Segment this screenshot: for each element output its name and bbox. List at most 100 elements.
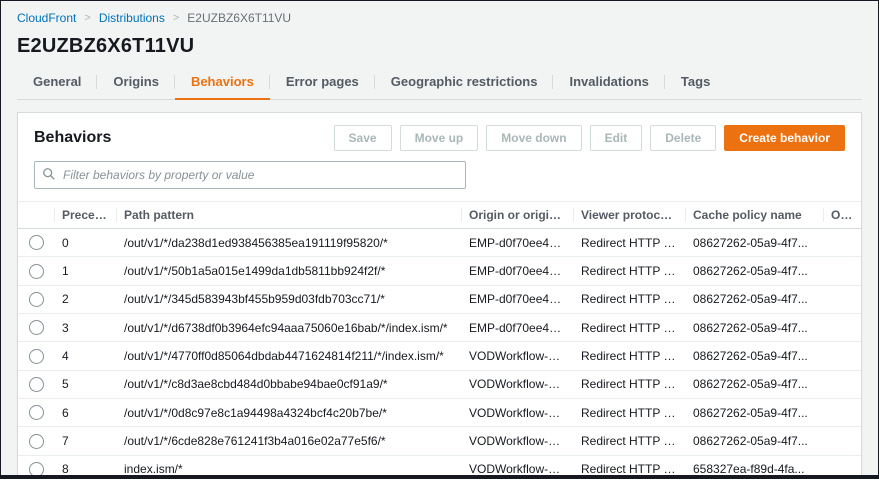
tab-geographic-restrictions[interactable]: Geographic restrictions (375, 66, 554, 100)
cell-origin: VODWorkflow-pack... (461, 370, 573, 399)
cell-cache-policy: 08627262-05a9-4f7... (685, 313, 823, 343)
cell-viewer-protocol: Redirect HTTP to HT... (573, 313, 685, 343)
table-row: 7/out/v1/*/6cde828e761241f3b4a016e02a77e… (18, 426, 861, 456)
cell-path: /out/v1/*/da238d1ed938456385ea191119f958… (116, 228, 461, 258)
cell-path: /out/v1/*/50b1a5a015e1499da1db5811bb924f… (116, 256, 461, 286)
row-select-radio[interactable] (28, 405, 44, 421)
row-select-cell (18, 455, 54, 475)
behaviors-panel-header: Behaviors Save Move up Move down Edit De… (18, 113, 861, 161)
cell-path: /out/v1/*/6cde828e761241f3b4a016e02a77e5… (116, 426, 461, 456)
breadcrumb: CloudFront > Distributions > E2UZBZ6X6T1… (1, 1, 878, 25)
tab-behaviors[interactable]: Behaviors (174, 66, 270, 100)
row-select-cell (18, 398, 54, 428)
move-up-button[interactable]: Move up (399, 125, 479, 151)
panel-title: Behaviors (34, 129, 112, 146)
cloudfront-distribution-page: CloudFront > Distributions > E2UZBZ6X6T1… (0, 0, 879, 479)
behaviors-table-head: Preced... Path pattern Origin or origin … (18, 201, 861, 229)
row-select-radio[interactable] (28, 348, 44, 364)
cell-origin-request (823, 398, 861, 428)
cell-origin: EMP-d0f70ee4a6ae... (461, 313, 573, 343)
cell-origin: VODWorkflow-pack... (461, 398, 573, 428)
cell-viewer-protocol: Redirect HTTP to HT... (573, 285, 685, 314)
cell-origin-request (823, 256, 861, 286)
row-select-cell (18, 313, 54, 343)
delete-button[interactable]: Delete (650, 125, 717, 151)
table-row: 8 index.ism/* VODWorkflow-pack... Redirect … (18, 455, 861, 475)
save-button[interactable]: Save (333, 125, 392, 151)
cell-path: index.ism/* (116, 455, 461, 475)
cell-precedence: 7 (54, 426, 116, 456)
cell-cache-policy: 08627262-05a9-4f7... (685, 398, 823, 428)
column-viewer-protocol: Viewer protocol pol... (573, 201, 685, 229)
cell-precedence: 4 (54, 341, 116, 371)
filter-behaviors-input[interactable] (34, 161, 466, 189)
breadcrumb-cloudfront[interactable]: CloudFront (17, 11, 76, 25)
row-select-cell (18, 370, 54, 399)
column-precedence: Preced... (54, 201, 116, 229)
cell-precedence: 8 (54, 455, 116, 475)
column-cache-policy: Cache policy name (685, 201, 823, 229)
move-down-button[interactable]: Move down (486, 125, 582, 151)
row-select-radio[interactable] (28, 320, 44, 336)
cell-cache-policy: 08627262-05a9-4f7... (685, 285, 823, 314)
cell-viewer-protocol: Redirect HTTP to HT... (573, 228, 685, 258)
behaviors-actions: Save Move up Move down Edit Delete Creat… (333, 125, 845, 151)
tab-error-pages[interactable]: Error pages (270, 66, 375, 100)
row-select-radio[interactable] (28, 461, 44, 475)
row-select-radio[interactable] (28, 433, 44, 449)
table-row: 1/out/v1/*/50b1a5a015e1499da1db5811bb924… (18, 256, 861, 286)
column-origin: Origin or origin gro... (461, 201, 573, 229)
edit-button[interactable]: Edit (589, 125, 643, 151)
breadcrumb-current: E2UZBZ6X6T11VU (187, 11, 292, 25)
cell-origin-request (823, 370, 861, 399)
cell-origin: EMP-d0f70ee4a6ae... (461, 285, 573, 314)
table-row: 3/out/v1/*/d6738df0b3964efc94aaa75060e16… (18, 313, 861, 343)
row-select-radio[interactable] (28, 235, 44, 251)
table-row: 4/out/v1/*/4770ff0d85064dbdab4471624814f… (18, 341, 861, 371)
cell-origin: EMP-d0f70ee4a6ae... (461, 228, 573, 258)
tab-invalidations[interactable]: Invalidations (553, 66, 664, 100)
cell-origin-request (823, 455, 861, 475)
breadcrumb-separator-icon: > (84, 12, 91, 24)
cell-precedence: 3 (54, 313, 116, 343)
cell-precedence: 2 (54, 285, 116, 314)
cell-viewer-protocol: Redirect HTTP to HT... (573, 256, 685, 286)
tab-general[interactable]: General (17, 66, 97, 100)
behaviors-table: Preced... Path pattern Origin or origin … (18, 201, 861, 475)
tab-tags[interactable]: Tags (665, 66, 726, 100)
tab-origins[interactable]: Origins (97, 66, 175, 100)
row-select-radio[interactable] (28, 263, 44, 279)
cell-origin: EMP-d0f70ee4a6ae... (461, 256, 573, 286)
cell-precedence: 0 (54, 228, 116, 258)
cell-origin: VODWorkflow-pack... (461, 341, 573, 371)
cell-origin-request (823, 313, 861, 343)
cell-cache-policy: 08627262-05a9-4f7... (685, 341, 823, 371)
cell-path: /out/v1/*/4770ff0d85064dbdab4471624814f2… (116, 341, 461, 371)
table-row: 2/out/v1/*/345d583943bf455b959d03fdb703c… (18, 285, 861, 314)
cell-cache-policy: 08627262-05a9-4f7... (685, 256, 823, 286)
table-row: 0/out/v1/*/da238d1ed938456385ea191119f95… (18, 228, 861, 258)
breadcrumb-distributions[interactable]: Distributions (99, 11, 165, 25)
behaviors-panel: Behaviors Save Move up Move down Edit De… (17, 112, 862, 475)
row-select-cell (18, 228, 54, 258)
cell-path: /out/v1/*/345d583943bf455b959d03fdb703cc… (116, 285, 461, 314)
cell-cache-policy: 08627262-05a9-4f7... (685, 228, 823, 258)
row-select-cell (18, 341, 54, 371)
cell-path: /out/v1/*/d6738df0b3964efc94aaa75060e16b… (116, 313, 461, 343)
cell-origin-request (823, 228, 861, 258)
cell-precedence: 1 (54, 256, 116, 286)
table-row: 5/out/v1/*/c8d3ae8cbd484d0bbabe94bae0cf9… (18, 370, 861, 399)
row-select-cell (18, 426, 54, 456)
cell-origin: VODWorkflow-pack... (461, 455, 573, 475)
cell-origin-request (823, 341, 861, 371)
create-behavior-button[interactable]: Create behavior (724, 125, 845, 151)
row-select-radio[interactable] (28, 376, 44, 392)
cell-origin-request (823, 285, 861, 314)
cell-path: /out/v1/*/0d8c97e8c1a94498a4324bcf4c20b7… (116, 398, 461, 428)
breadcrumb-separator-icon: > (172, 12, 180, 24)
row-select-cell (18, 285, 54, 314)
filter-container (34, 161, 466, 189)
cell-viewer-protocol: Redirect HTTP to HT... (573, 370, 685, 399)
cell-origin-request (823, 426, 861, 456)
row-select-radio[interactable] (28, 291, 44, 307)
